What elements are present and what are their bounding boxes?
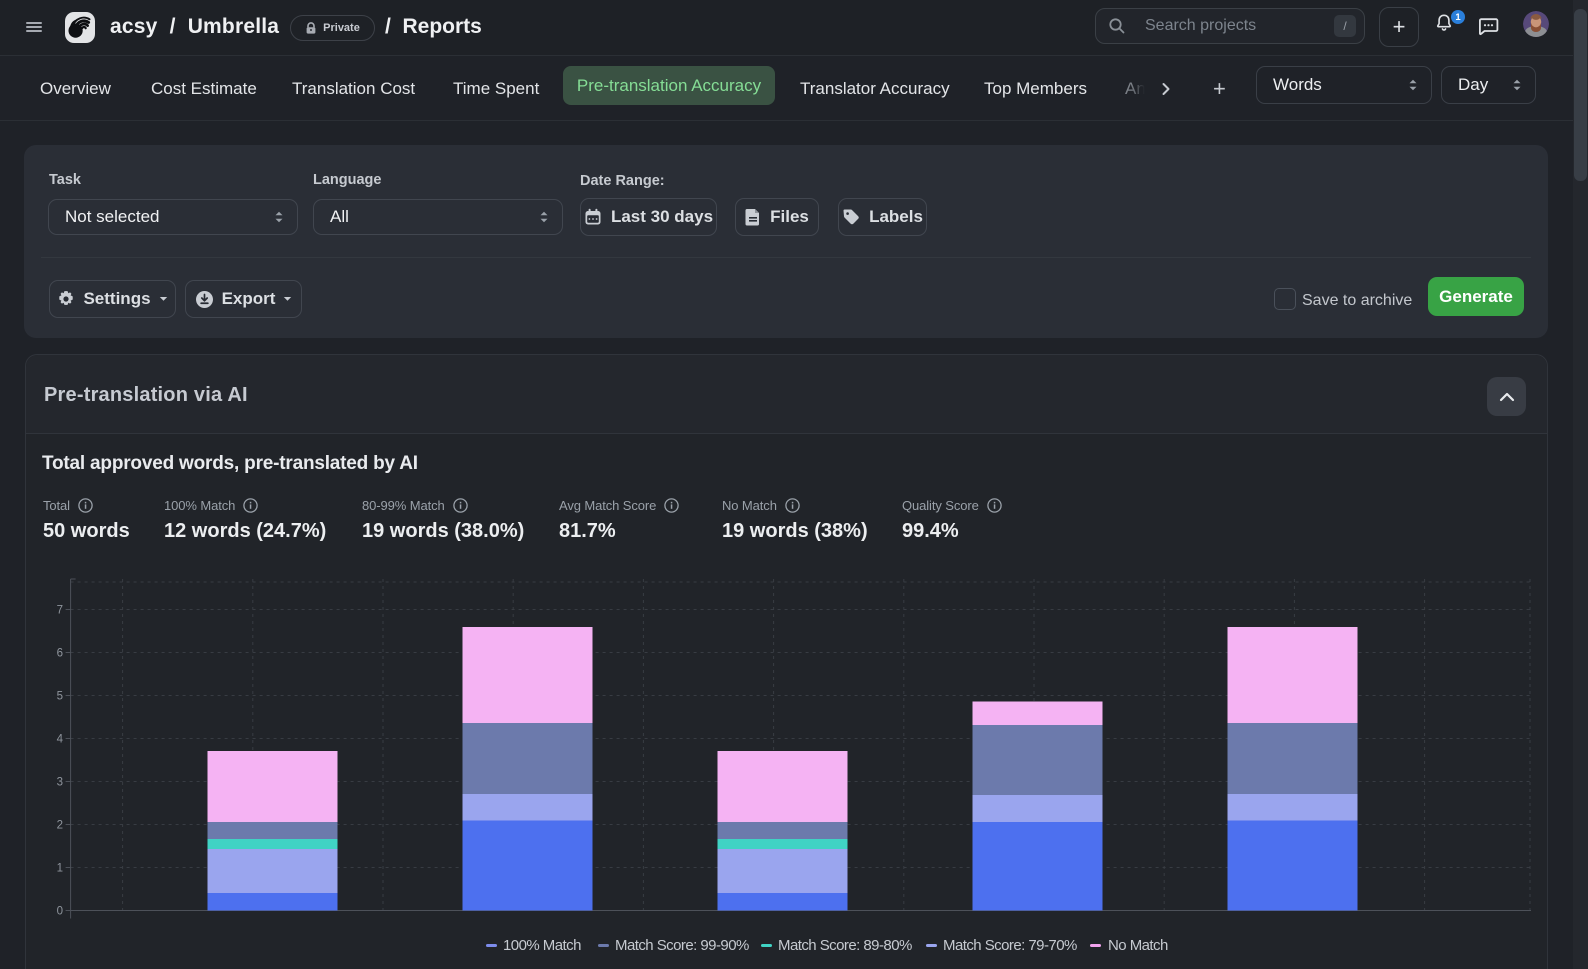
svg-text:0: 0 <box>57 906 63 918</box>
svg-text:7: 7 <box>57 605 63 617</box>
svg-text:1: 1 <box>57 863 63 875</box>
svg-text:5: 5 <box>57 691 63 703</box>
svg-text:2: 2 <box>57 820 63 832</box>
svg-text:4: 4 <box>57 734 64 746</box>
svg-text:6: 6 <box>57 648 63 660</box>
svg-text:3: 3 <box>57 777 63 789</box>
